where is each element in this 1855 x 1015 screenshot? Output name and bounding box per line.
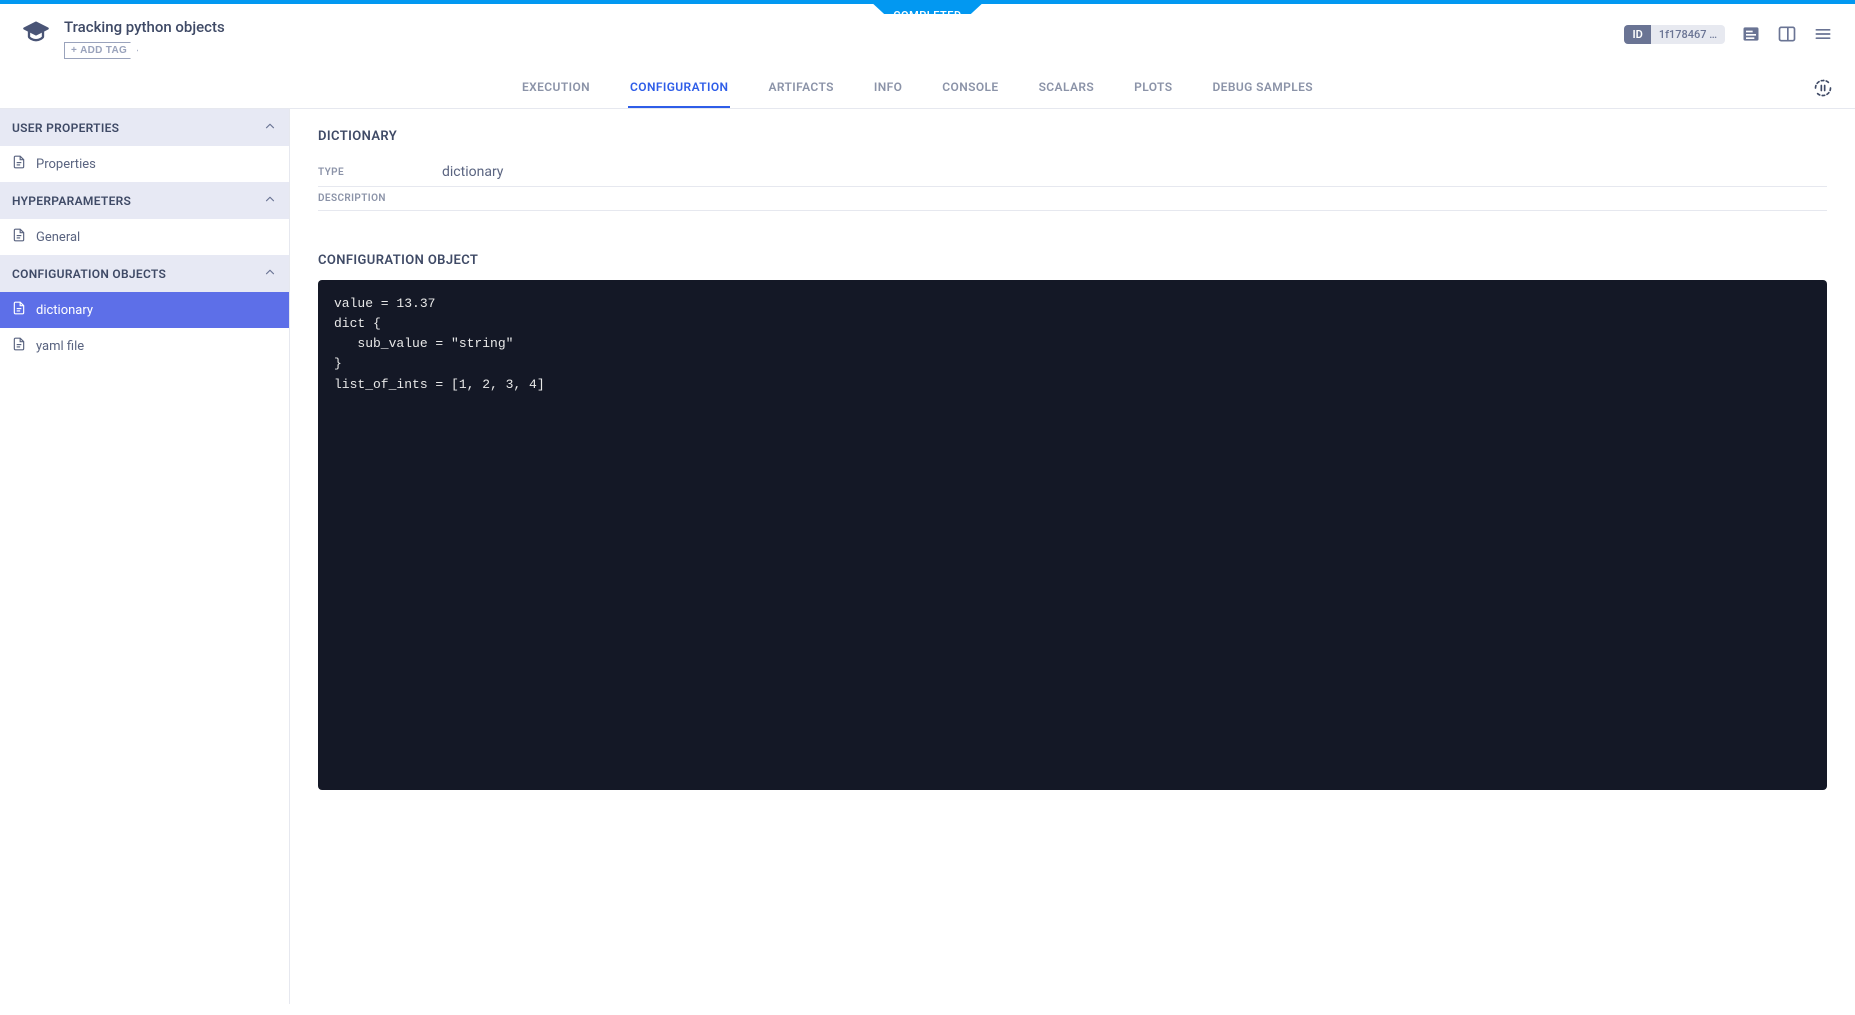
sidebar-item-properties[interactable]: Properties — [0, 146, 289, 182]
sidebar-item-label: Properties — [36, 157, 96, 172]
sidebar-item-label: General — [36, 230, 80, 245]
description-label: DESCRIPTION — [318, 193, 442, 204]
tab-configuration[interactable]: CONFIGURATION — [628, 68, 730, 108]
sidebar-section-title: CONFIGURATION OBJECTS — [12, 267, 166, 281]
panel-icon[interactable] — [1777, 24, 1797, 44]
main-panel: DICTIONARY TYPE dictionary DESCRIPTION C… — [290, 109, 1855, 1004]
chevron-up-icon — [263, 119, 277, 136]
sidebar-item-label: yaml file — [36, 339, 84, 354]
tab-debug-samples[interactable]: DEBUG SAMPLES — [1210, 68, 1315, 108]
add-tag-label: ADD TAG — [80, 45, 127, 56]
sidebar-item-general[interactable]: General — [0, 219, 289, 255]
add-tag-button[interactable]: + ADD TAG — [64, 42, 138, 59]
menu-icon[interactable] — [1813, 24, 1833, 44]
sidebar-section-user-properties[interactable]: USER PROPERTIES — [0, 109, 289, 146]
tab-plots[interactable]: PLOTS — [1132, 68, 1174, 108]
graduation-cap-icon — [22, 18, 50, 50]
sidebar-section-hyperparameters[interactable]: HYPERPARAMETERS — [0, 182, 289, 219]
sidebar-item-label: dictionary — [36, 303, 93, 318]
tabs-row: EXECUTION CONFIGURATION ARTIFACTS INFO C… — [0, 68, 1855, 109]
tab-console[interactable]: CONSOLE — [940, 68, 1000, 108]
sidebar-section-title: USER PROPERTIES — [12, 121, 119, 135]
chevron-up-icon — [263, 265, 277, 282]
id-chip[interactable]: ID 1f178467 … — [1624, 25, 1725, 44]
type-label: TYPE — [318, 167, 442, 178]
dictionary-heading: DICTIONARY — [318, 129, 1827, 144]
list-icon[interactable] — [1741, 24, 1761, 44]
sidebar-item-yaml-file[interactable]: yaml file — [0, 328, 289, 364]
sidebar-section-title: HYPERPARAMETERS — [12, 194, 131, 208]
file-icon — [12, 337, 26, 355]
row-description: DESCRIPTION — [318, 187, 1827, 211]
tabs-center: EXECUTION CONFIGURATION ARTIFACTS INFO C… — [22, 68, 1813, 108]
sidebar-item-dictionary[interactable]: dictionary — [0, 292, 289, 328]
chevron-up-icon — [263, 192, 277, 209]
header-left: Tracking python objects + ADD TAG — [22, 18, 1624, 59]
plus-icon: + — [71, 45, 77, 56]
content-area: USER PROPERTIES Properties HYPERPARAMETE… — [0, 109, 1855, 1004]
configuration-object-heading: CONFIGURATION OBJECT — [318, 253, 1827, 268]
header-right: ID 1f178467 … — [1624, 24, 1833, 44]
page-title: Tracking python objects — [64, 18, 225, 36]
id-chip-label: ID — [1624, 25, 1650, 44]
type-value: dictionary — [442, 164, 503, 180]
refresh-icon[interactable] — [1813, 78, 1833, 98]
configuration-object-code[interactable]: value = 13.37 dict { sub_value = "string… — [318, 280, 1827, 790]
sidebar: USER PROPERTIES Properties HYPERPARAMETE… — [0, 109, 290, 1004]
file-icon — [12, 301, 26, 319]
tab-execution[interactable]: EXECUTION — [520, 68, 592, 108]
sidebar-section-configuration-objects[interactable]: CONFIGURATION OBJECTS — [0, 255, 289, 292]
file-icon — [12, 155, 26, 173]
row-type: TYPE dictionary — [318, 158, 1827, 187]
status-badge: COMPLETED — [873, 4, 981, 14]
tab-info[interactable]: INFO — [872, 68, 904, 108]
title-block: Tracking python objects + ADD TAG — [64, 18, 225, 59]
id-chip-value: 1f178467 … — [1651, 25, 1725, 44]
tab-scalars[interactable]: SCALARS — [1037, 68, 1097, 108]
tab-artifacts[interactable]: ARTIFACTS — [766, 68, 835, 108]
file-icon — [12, 228, 26, 246]
